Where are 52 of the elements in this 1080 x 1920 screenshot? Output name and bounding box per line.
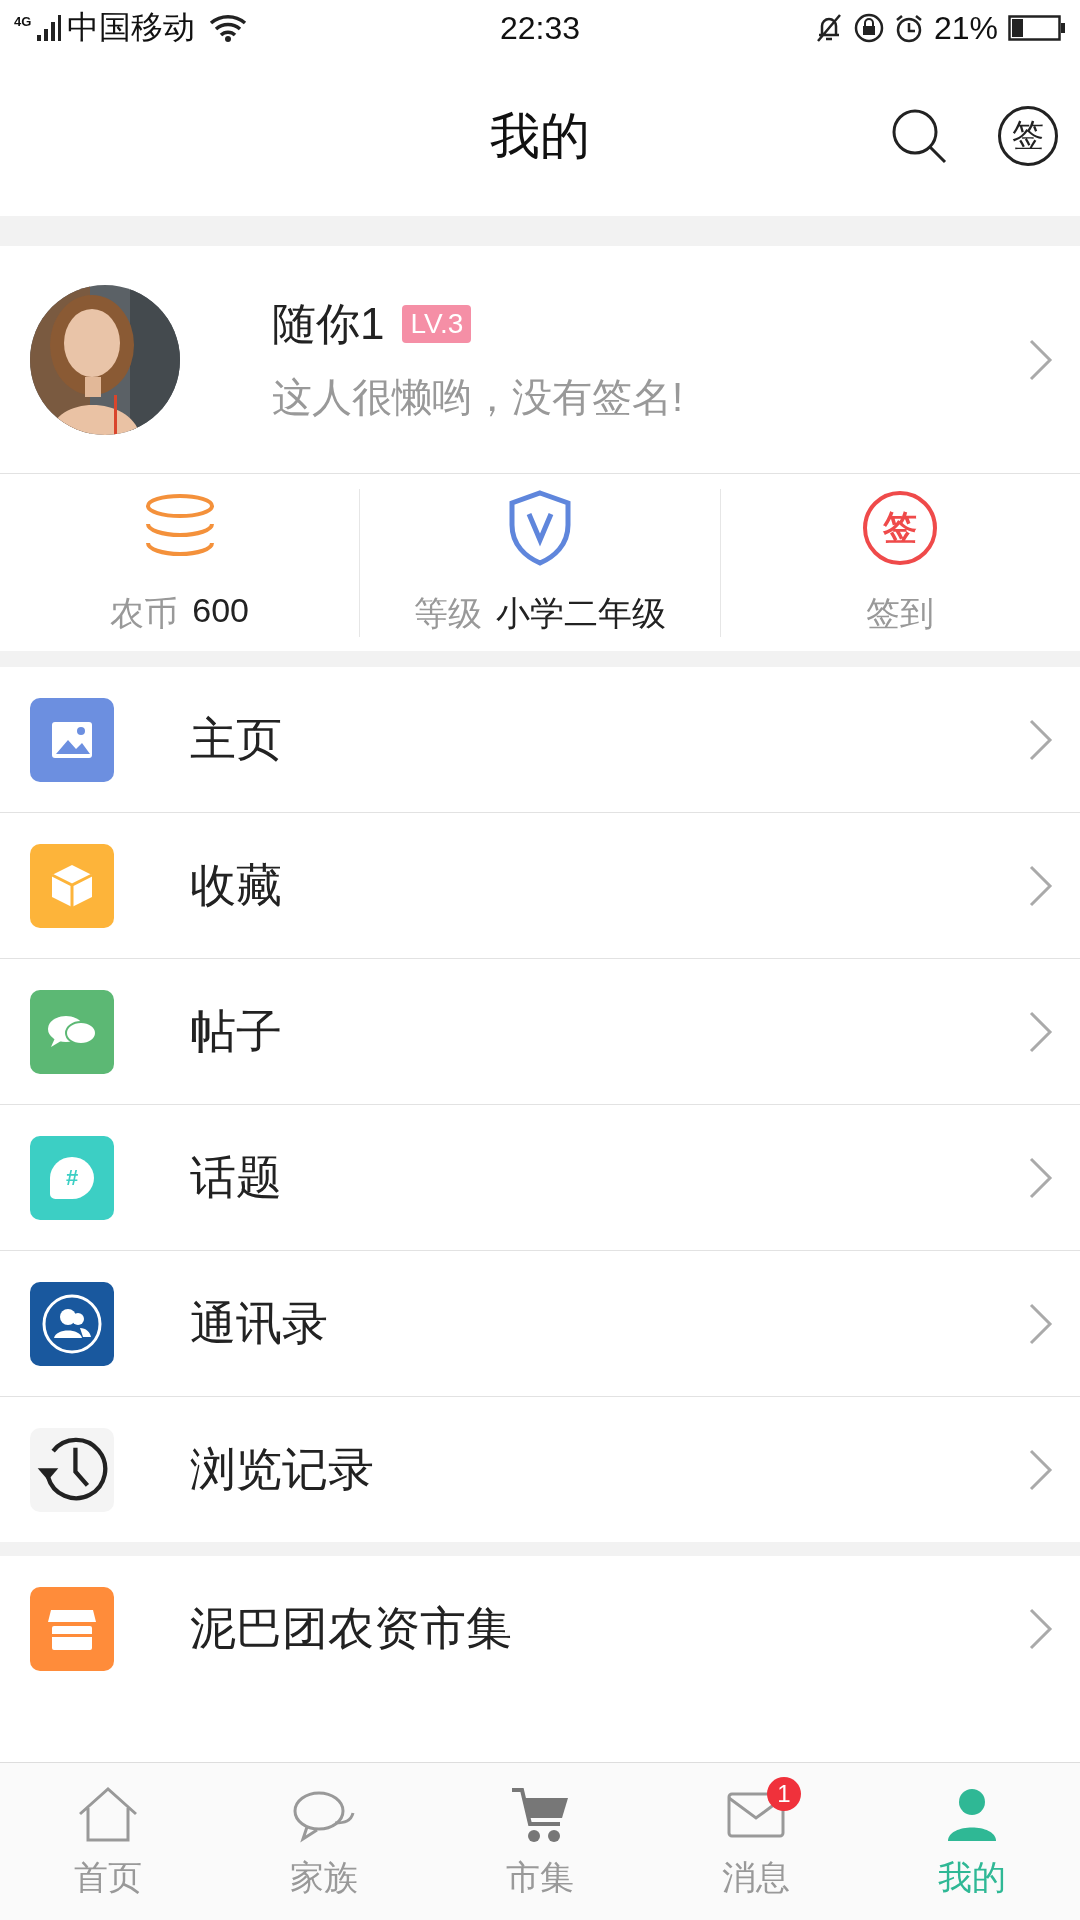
level-badge: LV.3 [402,305,472,343]
page-title: 我的 [490,106,590,166]
menu-row[interactable]: 通讯录 [0,1250,1080,1396]
chevron-right-icon [1028,337,1054,382]
menu-label: 话题 [190,1149,283,1205]
chevron-right-icon [1028,717,1054,762]
menu-row[interactable]: 帖子 [0,958,1080,1104]
tab-item[interactable]: 1 消息 [648,1763,864,1920]
menu-row[interactable]: 泥巴团农资市集 [0,1556,1080,1701]
chevron-right-icon [1028,1447,1054,1492]
chevron-right-icon [1028,1606,1054,1651]
tab-label: 市集 [506,1856,574,1898]
clock-time: 22:33 [499,9,581,47]
menu-row[interactable]: 收藏 [0,812,1080,958]
chevron-right-icon [1028,1155,1054,1200]
stat-value: 600 [192,590,250,631]
menu-label: 收藏 [190,857,283,913]
unread-badge: 1 [767,1776,801,1811]
tab-label: 我的 [938,1856,1006,1898]
stat-label: 签到 [866,592,935,634]
sign-in-button[interactable]: 签 [998,106,1058,166]
signal-icon [37,15,62,41]
stat-label: 农币 [110,592,179,634]
network-type: 4G [14,14,32,29]
user-signature: 这人很懒哟，没有签名! [272,373,685,421]
rotation-lock-icon [853,13,884,43]
carrier-name: 中国移动 [67,8,196,47]
battery-percent: 21% [933,9,998,47]
hash-bubble-icon: # [50,1156,94,1199]
home-icon [76,1785,140,1844]
menu-label: 帖子 [190,1003,283,1059]
menu-label: 泥巴团农资市集 [190,1600,513,1656]
chevron-right-icon [1028,863,1054,908]
chevron-right-icon [1028,1009,1054,1054]
battery-icon [1008,15,1066,41]
menu-row[interactable]: 主页 [0,667,1080,812]
sign-in-stamp-icon: 签 [863,490,938,565]
menu-label: 浏览记录 [190,1441,375,1497]
shopping-cart-icon [510,1785,570,1844]
tab-label: 首页 [74,1856,142,1898]
search-icon[interactable] [890,107,948,165]
menu-row[interactable]: # 话题 [0,1104,1080,1250]
menu-label: 通讯录 [190,1295,329,1351]
tab-label: 消息 [722,1856,790,1898]
stat-value: 小学二年级 [496,592,666,634]
stat-label: 等级 [414,592,482,634]
tab-label: 家族 [290,1856,358,1898]
shield-icon [508,489,572,566]
chevron-right-icon [1028,1301,1054,1346]
menu-label: 主页 [190,711,283,767]
image-icon [50,719,94,760]
user-name: 随你1 [272,297,385,350]
